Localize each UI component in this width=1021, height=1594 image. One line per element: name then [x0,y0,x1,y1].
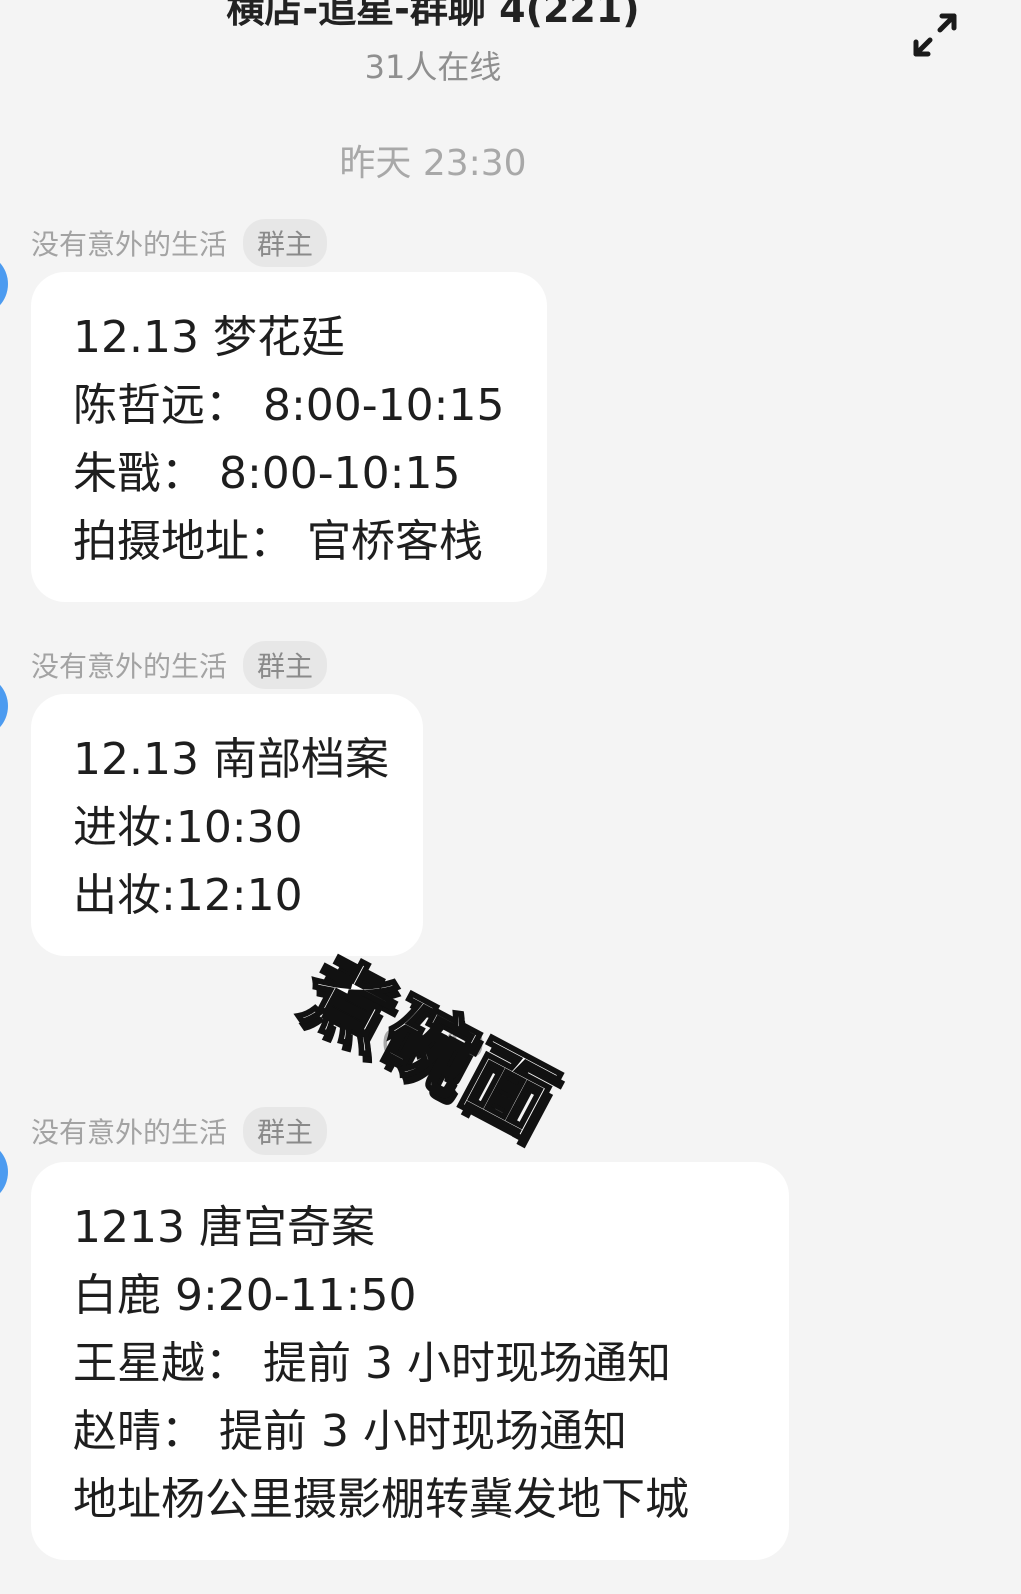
avatar[interactable] [0,252,8,316]
message-line: 王星越： 提前 3 小时现场通知 [73,1338,671,1389]
message-bubble[interactable]: 12.13 南部档案 进妆:10:30 出妆:12:10 [31,694,423,956]
watermark-text: 煮碗面 [285,937,575,1158]
sender-row: 没有意外的生活 群主 [31,641,328,689]
sender-name[interactable]: 没有意外的生活 [31,645,227,685]
message-line: 赵晴： 提前 3 小时现场通知 [73,1406,627,1457]
sender-name[interactable]: 没有意外的生活 [31,223,227,263]
chat-title: 横店-追星-群聊 4(221) [226,0,640,31]
message-line: 进妆:10:30 [73,802,303,853]
message-line: 地址杨公里摄影棚转冀发地下城 [73,1474,689,1525]
owner-badge: 群主 [243,1107,328,1155]
message-bubble[interactable]: 12.13 梦花廷 陈哲远： 8:00-10:15 朱戬： 8:00-10:15… [31,272,547,602]
expand-arrows-icon[interactable] [910,10,960,60]
message-bubble[interactable]: 1213 唐宫奇案 白鹿 9:20-11:50 王星越： 提前 3 小时现场通知… [31,1162,789,1560]
message-line: 12.13 梦花廷 [73,312,345,363]
message-line: 拍摄地址： 官桥客栈 [73,516,483,567]
owner-badge: 群主 [243,219,328,267]
message-line: 1213 唐宫奇案 [73,1202,375,1253]
owner-badge: 群主 [243,641,328,689]
message-line: 陈哲远： 8:00-10:15 [73,380,505,431]
message-line: 出妆:12:10 [73,870,303,921]
timestamp-divider: 昨天 23:30 [339,143,527,184]
message-line: 12.13 南部档案 [73,734,389,785]
sender-name[interactable]: 没有意外的生活 [31,1111,227,1151]
avatar[interactable] [0,1140,8,1204]
online-count: 31人在线 [364,48,502,86]
sender-row: 没有意外的生活 群主 [31,1107,328,1155]
message-line: 白鹿 9:20-11:50 [73,1270,417,1321]
message-line: 朱戬： 8:00-10:15 [73,448,461,499]
sender-row: 没有意外的生活 群主 [31,219,328,267]
avatar[interactable] [0,674,8,738]
